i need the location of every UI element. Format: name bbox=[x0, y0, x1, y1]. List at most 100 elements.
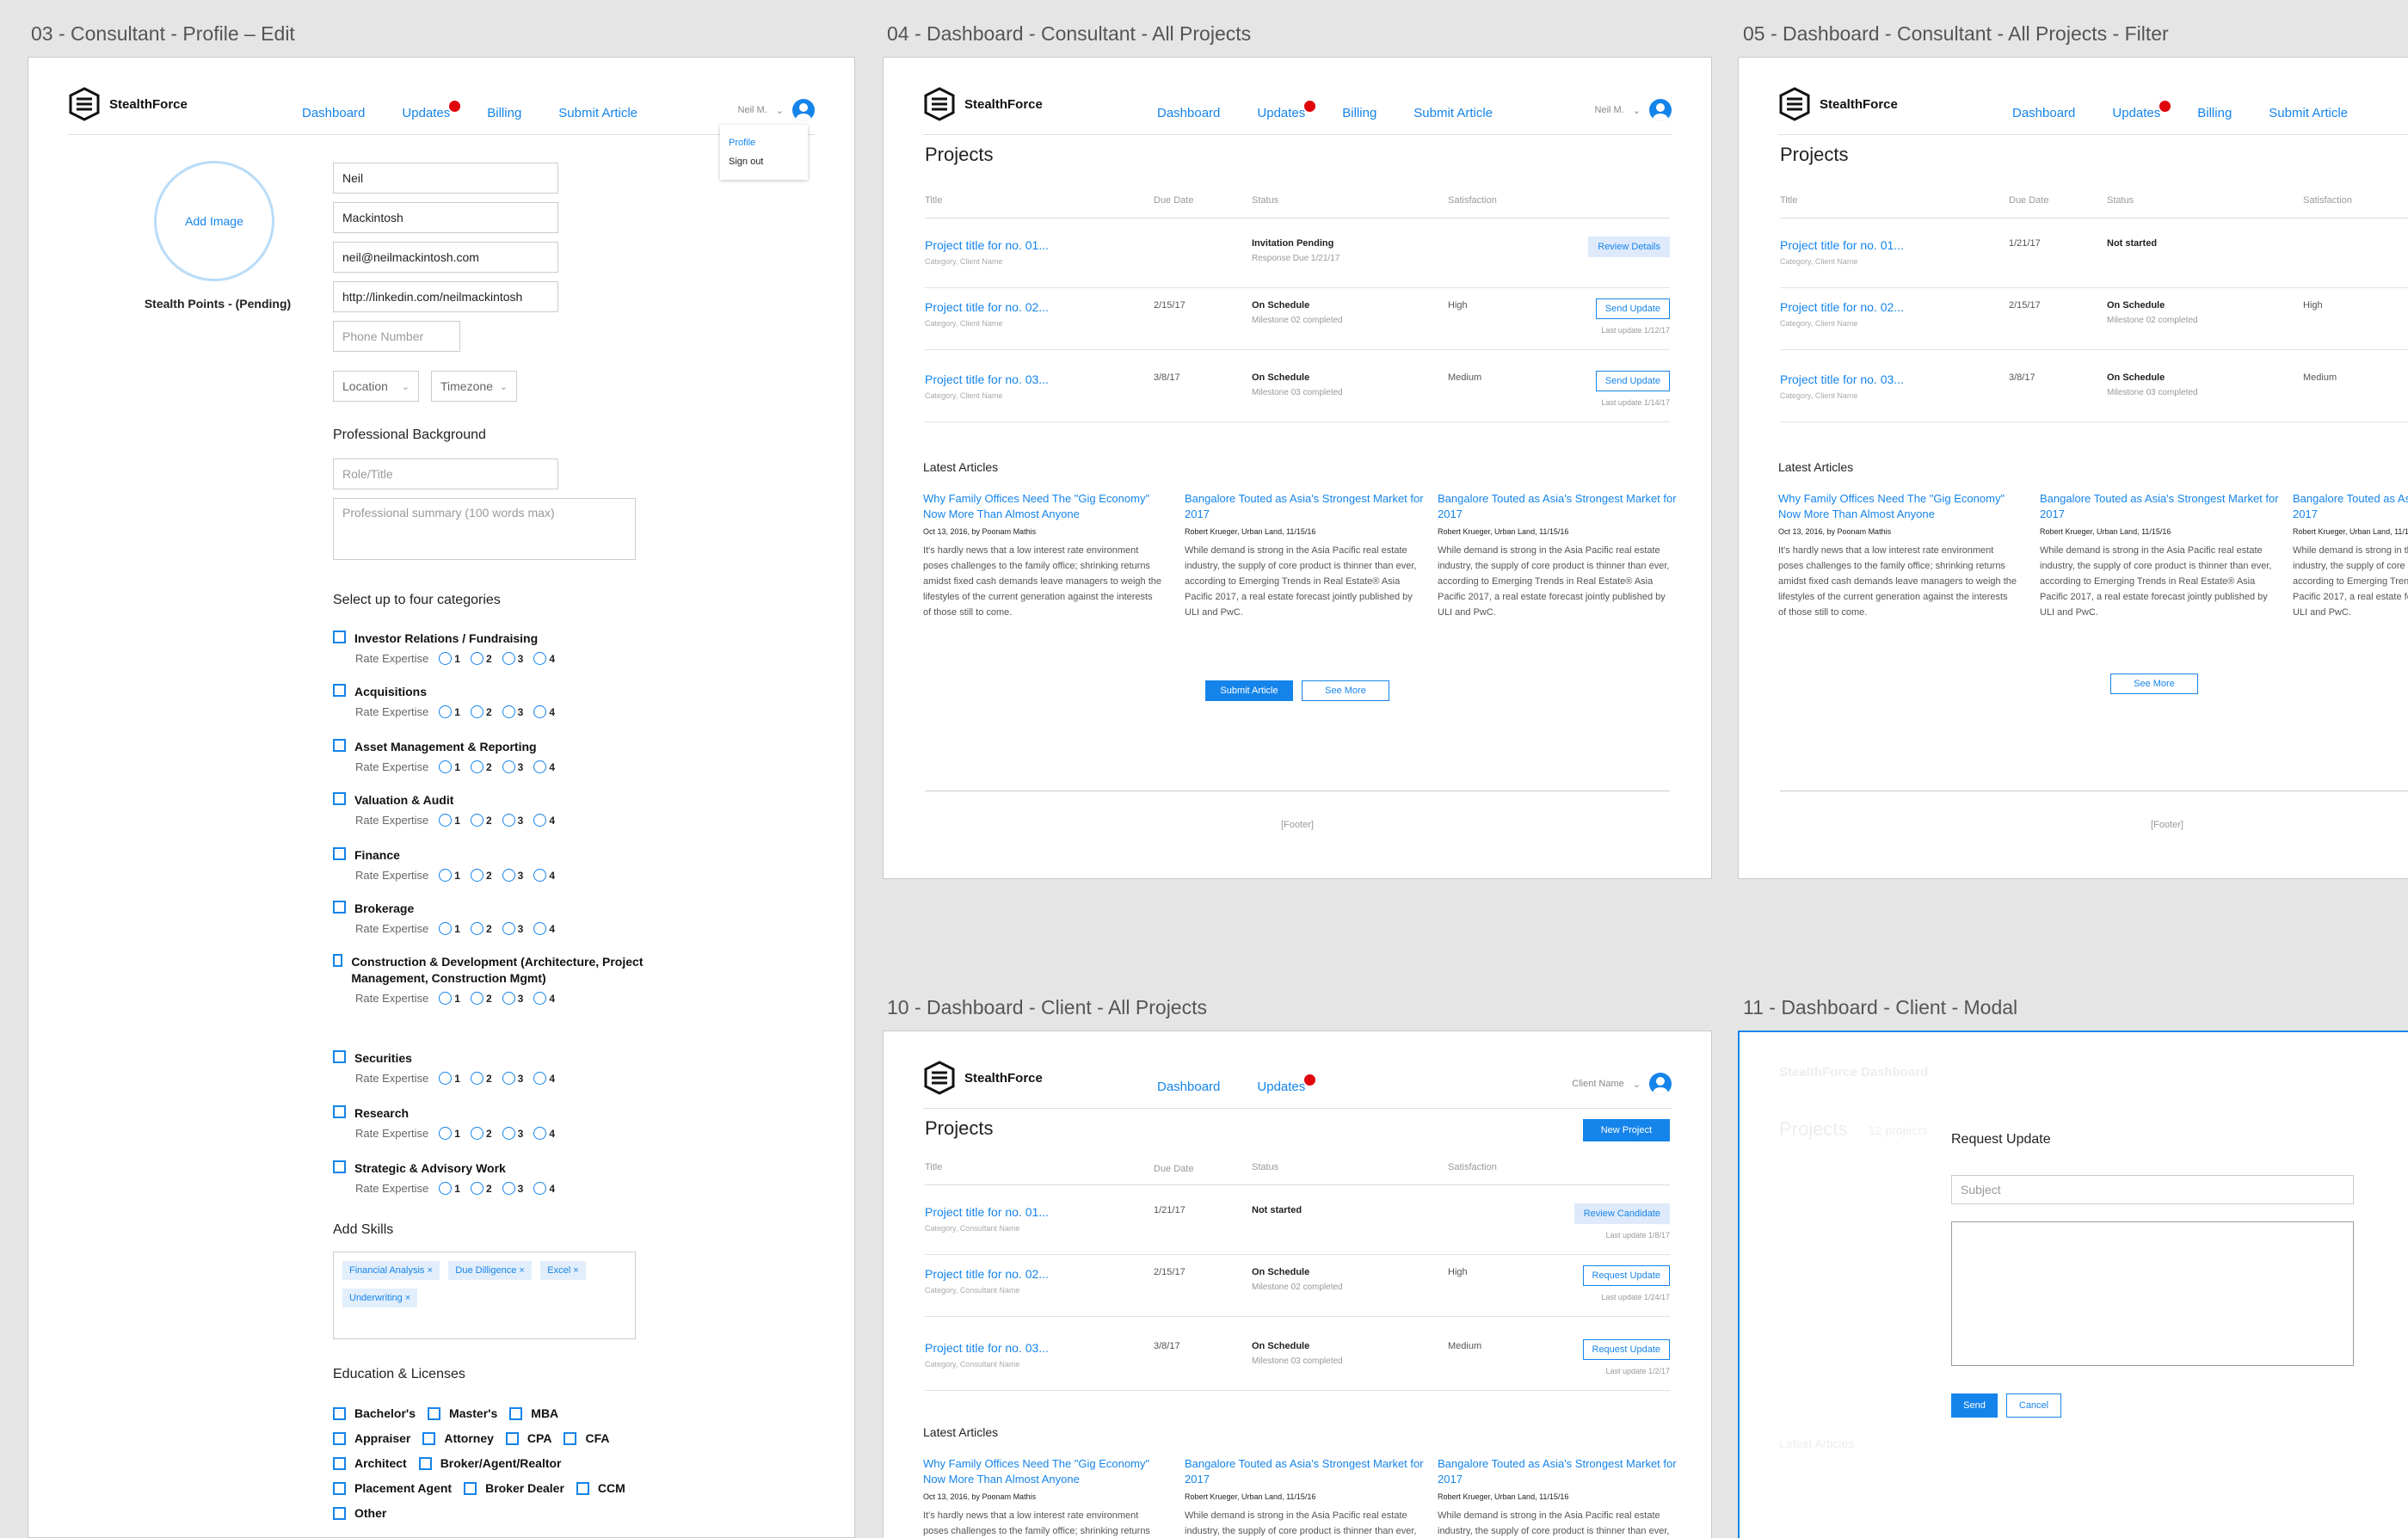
remove-icon[interactable]: × bbox=[428, 1265, 433, 1276]
rating-radio[interactable]: 1 bbox=[439, 652, 460, 665]
avatar[interactable] bbox=[792, 99, 815, 121]
user-menu-toggle[interactable]: Neil M. ⌄ bbox=[738, 99, 815, 121]
location-select[interactable]: Location ⌄ bbox=[333, 371, 419, 402]
skill-tag[interactable]: Excel × bbox=[540, 1261, 586, 1280]
project-title-link[interactable]: Project title for no. 01... bbox=[1780, 238, 1904, 252]
article-title-link[interactable]: Why Family Offices Need The "Gig Economy… bbox=[923, 491, 1162, 522]
article-title-link[interactable]: Bangalore Touted as Asia's Strongest Mar… bbox=[1185, 491, 1424, 522]
rating-radio[interactable]: 2 bbox=[470, 652, 492, 665]
rating-radio[interactable]: 1 bbox=[439, 760, 460, 773]
first-name-field[interactable]: Neil bbox=[333, 163, 558, 194]
nav-dashboard[interactable]: Dashboard bbox=[1157, 1080, 1220, 1094]
rating-radio[interactable]: 3 bbox=[502, 814, 523, 827]
rating-radio[interactable]: 3 bbox=[502, 705, 523, 718]
category-checkbox[interactable]: Construction & Development (Architecture… bbox=[333, 954, 677, 987]
send-update-button[interactable]: Send Update bbox=[1595, 371, 1670, 391]
edu-option[interactable]: Broker Dealer bbox=[464, 1481, 564, 1495]
rating-radio[interactable]: 1 bbox=[439, 1127, 460, 1140]
nav-submit-article[interactable]: Submit Article bbox=[2269, 106, 2348, 120]
rating-radio[interactable]: 1 bbox=[439, 705, 460, 718]
edu-option[interactable]: Architect bbox=[333, 1456, 407, 1470]
project-title-link[interactable]: Project title for no. 01... bbox=[925, 238, 1049, 252]
send-update-button[interactable]: Send Update bbox=[1595, 298, 1670, 319]
article-title-link[interactable]: Bangalore Touted as Asia's Strongest Mar… bbox=[1438, 491, 1677, 522]
article-title-link[interactable]: Bangalore Touted as Asia's Strongest Mar… bbox=[2293, 491, 2408, 522]
category-checkbox[interactable]: Strategic & Advisory Work bbox=[333, 1160, 677, 1177]
rating-radio[interactable]: 2 bbox=[470, 705, 492, 718]
rating-radio[interactable]: 1 bbox=[439, 1182, 460, 1195]
skill-tag[interactable]: Financial Analysis × bbox=[342, 1261, 440, 1280]
nav-billing[interactable]: Billing bbox=[1342, 106, 1376, 120]
rating-radio[interactable]: 3 bbox=[502, 1072, 523, 1085]
rating-radio[interactable]: 4 bbox=[533, 1072, 555, 1085]
see-more-button[interactable]: See More bbox=[1302, 680, 1389, 701]
rating-radio[interactable]: 4 bbox=[533, 992, 555, 1005]
menu-sign-out[interactable]: Sign out bbox=[729, 152, 799, 171]
rating-radio[interactable]: 4 bbox=[533, 814, 555, 827]
category-checkbox[interactable]: Asset Management & Reporting bbox=[333, 739, 677, 755]
see-more-button[interactable]: See More bbox=[2110, 674, 2198, 694]
review-details-button[interactable]: Review Details bbox=[1588, 237, 1670, 257]
timezone-select[interactable]: Timezone ⌄ bbox=[431, 371, 517, 402]
nav-submit-article[interactable]: Submit Article bbox=[558, 106, 637, 120]
remove-icon[interactable]: × bbox=[405, 1293, 410, 1303]
project-title-link[interactable]: Project title for no. 03... bbox=[925, 372, 1049, 386]
add-image-circle[interactable]: Add Image bbox=[154, 161, 274, 281]
last-name-field[interactable]: Mackintosh bbox=[333, 202, 558, 233]
nav-billing[interactable]: Billing bbox=[2197, 106, 2232, 120]
rating-radio[interactable]: 2 bbox=[470, 760, 492, 773]
rating-radio[interactable]: 3 bbox=[502, 992, 523, 1005]
nav-updates[interactable]: Updates bbox=[2112, 101, 2171, 120]
cancel-button[interactable]: Cancel bbox=[2006, 1393, 2061, 1418]
rating-radio[interactable]: 3 bbox=[502, 922, 523, 935]
rating-radio[interactable]: 2 bbox=[470, 922, 492, 935]
email-field[interactable]: neil@neilmackintosh.com bbox=[333, 242, 558, 273]
project-title-link[interactable]: Project title for no. 03... bbox=[1780, 372, 1904, 386]
project-title-link[interactable]: Project title for no. 01... bbox=[925, 1205, 1049, 1219]
project-title-link[interactable]: Project title for no. 03... bbox=[925, 1341, 1049, 1355]
user-menu-toggle[interactable]: Neil M. ⌄ bbox=[1595, 99, 1672, 121]
rating-radio[interactable]: 2 bbox=[470, 1127, 492, 1140]
project-title-link[interactable]: Project title for no. 02... bbox=[925, 1267, 1049, 1281]
rating-radio[interactable]: 2 bbox=[470, 992, 492, 1005]
remove-icon[interactable]: × bbox=[573, 1265, 578, 1276]
rating-radio[interactable]: 2 bbox=[470, 1182, 492, 1195]
remove-icon[interactable]: × bbox=[519, 1265, 524, 1276]
skill-tag[interactable]: Underwriting × bbox=[342, 1289, 418, 1307]
category-checkbox[interactable]: Acquisitions bbox=[333, 684, 677, 700]
menu-profile[interactable]: Profile bbox=[729, 133, 799, 152]
review-candidate-button[interactable]: Review Candidate bbox=[1574, 1203, 1670, 1224]
logo[interactable]: StealthForce bbox=[923, 87, 1043, 121]
category-checkbox[interactable]: Research bbox=[333, 1105, 677, 1122]
user-menu-toggle[interactable]: Client Name ⌄ bbox=[1572, 1073, 1672, 1095]
role-field[interactable]: Role/Title bbox=[333, 458, 558, 489]
rating-radio[interactable]: 4 bbox=[533, 652, 555, 665]
nav-submit-article[interactable]: Submit Article bbox=[1413, 106, 1493, 120]
edu-option[interactable]: Other bbox=[333, 1506, 386, 1520]
edu-option[interactable]: MBA bbox=[509, 1406, 558, 1420]
message-textarea[interactable] bbox=[1951, 1221, 2354, 1366]
request-update-button[interactable]: Request Update bbox=[1582, 1265, 1670, 1286]
edu-option[interactable]: Master's bbox=[428, 1406, 497, 1420]
article-title-link[interactable]: Bangalore Touted as Asia's Strongest Mar… bbox=[1185, 1456, 1424, 1487]
rating-radio[interactable]: 4 bbox=[533, 922, 555, 935]
edu-option[interactable]: CCM bbox=[576, 1481, 625, 1495]
nav-updates[interactable]: Updates bbox=[1257, 101, 1316, 120]
skills-input[interactable]: Financial Analysis × Due Dilligence × Ex… bbox=[333, 1252, 636, 1339]
send-button[interactable]: Send bbox=[1951, 1393, 1998, 1418]
edu-option[interactable]: Bachelor's bbox=[333, 1406, 416, 1420]
logo[interactable]: StealthForce bbox=[68, 87, 188, 121]
category-checkbox[interactable]: Brokerage bbox=[333, 901, 677, 917]
subject-field[interactable]: Subject bbox=[1951, 1175, 2354, 1204]
rating-radio[interactable]: 4 bbox=[533, 1182, 555, 1195]
edu-option[interactable]: Appraiser bbox=[333, 1431, 410, 1445]
nav-dashboard[interactable]: Dashboard bbox=[1157, 106, 1220, 120]
rating-radio[interactable]: 4 bbox=[533, 760, 555, 773]
nav-updates[interactable]: Updates bbox=[402, 101, 461, 120]
rating-radio[interactable]: 3 bbox=[502, 760, 523, 773]
submit-article-button[interactable]: Submit Article bbox=[1205, 680, 1293, 701]
logo[interactable]: StealthForce bbox=[923, 1061, 1043, 1095]
article-title-link[interactable]: Why Family Offices Need The "Gig Economy… bbox=[923, 1456, 1162, 1487]
edu-option[interactable]: CFA bbox=[564, 1431, 609, 1445]
project-title-link[interactable]: Project title for no. 02... bbox=[1780, 300, 1904, 314]
